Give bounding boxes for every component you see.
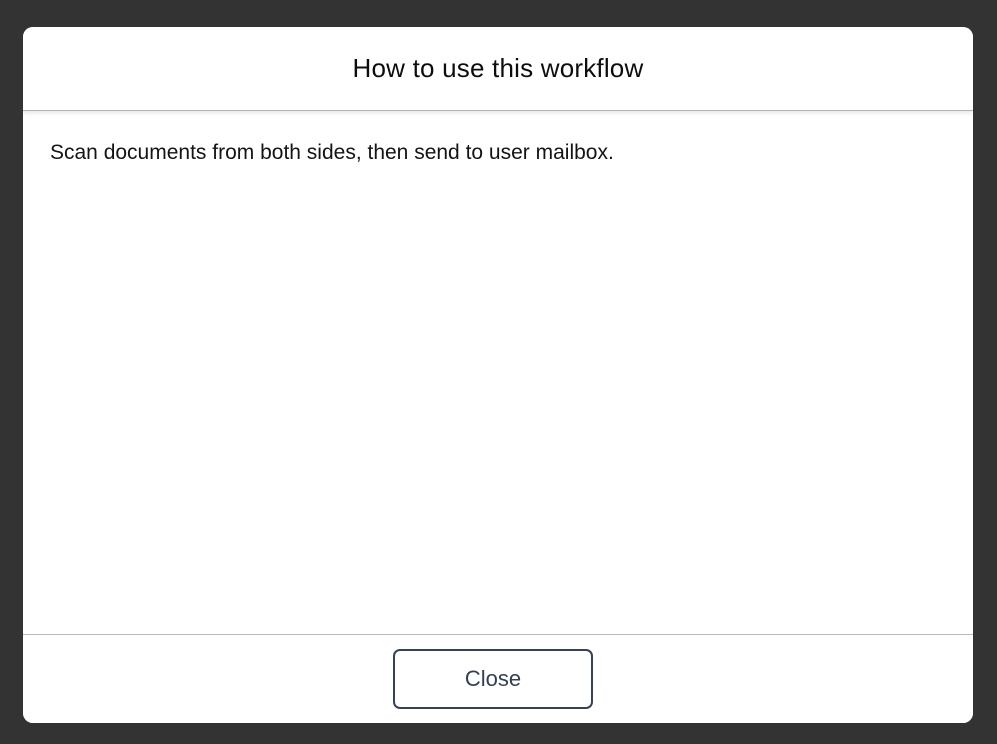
- dialog-description: Scan documents from both sides, then sen…: [50, 139, 946, 166]
- close-button[interactable]: Close: [393, 649, 593, 709]
- dialog-header: How to use this workflow: [23, 27, 973, 111]
- dialog-title: How to use this workflow: [353, 53, 644, 84]
- dialog-body: Scan documents from both sides, then sen…: [23, 111, 973, 634]
- overlay-backdrop: { "dialog": { "title": "How to use this …: [0, 0, 997, 744]
- dialog-footer: Close: [23, 634, 973, 723]
- help-dialog: How to use this workflow Scan documents …: [23, 27, 973, 723]
